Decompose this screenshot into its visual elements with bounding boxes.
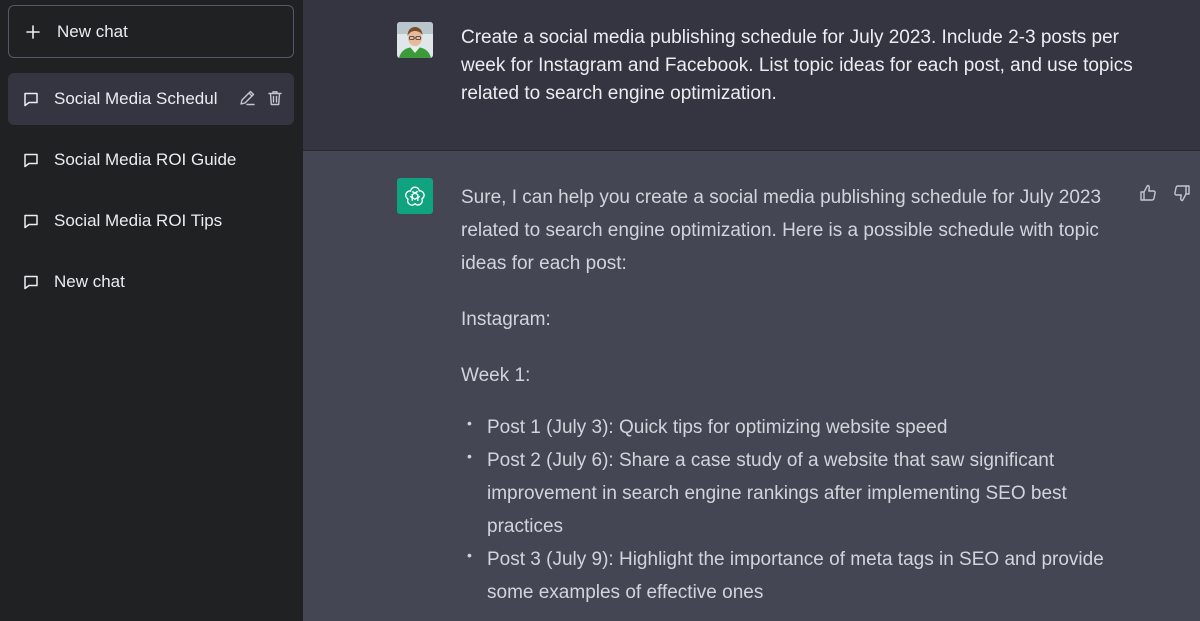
openai-logo-icon bbox=[397, 178, 433, 214]
assistant-platform-heading: Instagram: bbox=[461, 309, 551, 330]
chat-item-actions bbox=[238, 89, 284, 107]
pencil-icon[interactable] bbox=[238, 89, 256, 107]
user-avatar bbox=[397, 22, 433, 58]
conversation-area: Create a social media publishing schedul… bbox=[303, 0, 1200, 621]
message-icon bbox=[22, 90, 40, 108]
post-list: Post 1 (July 3): Quick tips for optimizi… bbox=[461, 407, 1121, 609]
chat-item-title: New chat bbox=[54, 272, 125, 291]
trash-icon[interactable] bbox=[266, 89, 284, 107]
thumbs-up-icon[interactable] bbox=[1138, 183, 1158, 203]
thumbs-down-icon[interactable] bbox=[1172, 183, 1192, 203]
list-item: Post 3 (July 9): Highlight the importanc… bbox=[461, 539, 1121, 609]
new-chat-label: New chat bbox=[57, 21, 128, 41]
chat-item-social-media-schedule[interactable]: Social Media Schedul bbox=[8, 73, 294, 125]
chat-item-title: Social Media ROI Tips bbox=[54, 211, 223, 230]
assistant-intro: Sure, I can help you create a social med… bbox=[461, 187, 1102, 274]
message-icon bbox=[22, 212, 40, 230]
list-item: Post 1 (July 3): Quick tips for optimizi… bbox=[461, 407, 1121, 444]
chat-item-title: Social Media ROI Guide bbox=[54, 150, 237, 169]
list-item: Post 2 (July 6): Share a case study of a… bbox=[461, 440, 1121, 543]
message-icon bbox=[22, 151, 40, 169]
user-message-text: Create a social media publishing schedul… bbox=[461, 27, 1133, 104]
chat-item-social-media-roi-tips[interactable]: Social Media ROI Tips bbox=[8, 195, 294, 247]
feedback-buttons bbox=[1138, 183, 1192, 203]
message-icon bbox=[22, 273, 40, 291]
chat-item-title: Social Media Schedul bbox=[54, 89, 218, 108]
plus-icon bbox=[25, 24, 41, 40]
sidebar: New chat Social Media Schedul Social Med… bbox=[0, 0, 303, 621]
user-message-row: Create a social media publishing schedul… bbox=[303, 0, 1200, 151]
chat-item-social-media-roi-guide[interactable]: Social Media ROI Guide bbox=[8, 134, 294, 186]
assistant-week-heading: Week 1: bbox=[461, 365, 531, 386]
new-chat-button[interactable]: New chat bbox=[8, 5, 294, 58]
assistant-message-content: Sure, I can help you create a social med… bbox=[461, 181, 1121, 609]
assistant-message-row: Sure, I can help you create a social med… bbox=[303, 151, 1200, 621]
chat-item-new-chat[interactable]: New chat bbox=[8, 256, 294, 308]
chat-history-list: Social Media Schedul Social Media ROI Gu… bbox=[8, 73, 294, 317]
